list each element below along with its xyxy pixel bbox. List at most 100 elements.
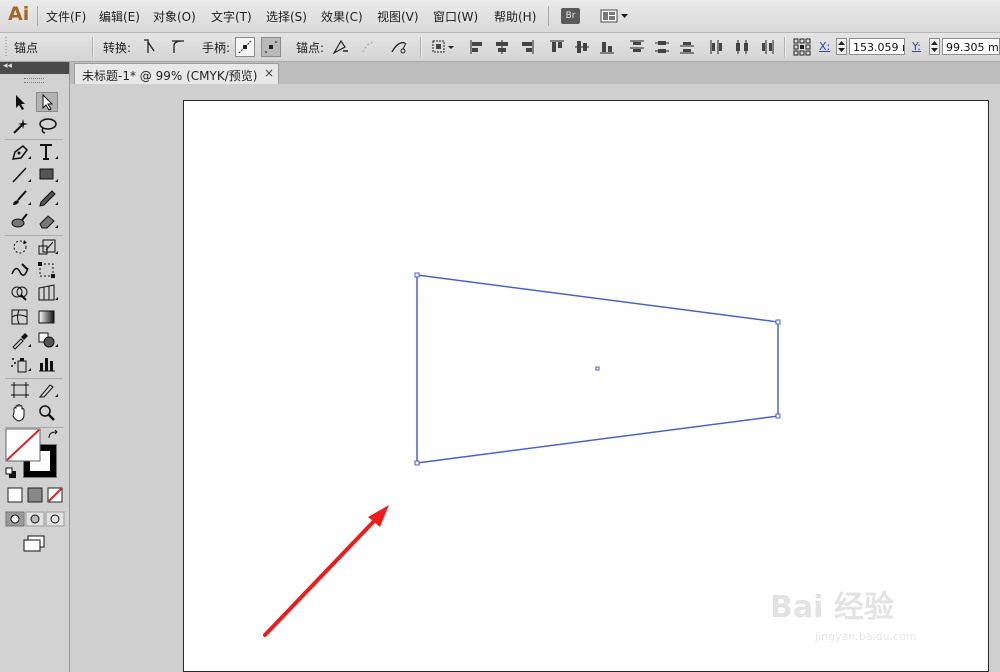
vertical-distribute-center-icon[interactable] <box>652 37 672 57</box>
horizontal-align-left-icon[interactable] <box>467 37 487 57</box>
tools-panel: ◂◂ <box>0 61 70 672</box>
menu-file[interactable]: 文件(F) <box>46 8 86 25</box>
show-handles-icon[interactable] <box>235 37 255 57</box>
cut-path-icon[interactable] <box>389 37 409 57</box>
control-separator <box>92 37 94 57</box>
control-bar: 锚点 转换: 手柄: 锚点: X: 153.059 ı Y: 99.305 mi <box>0 33 1000 62</box>
document-tab-bar: 未标题-1* @ 99% (CMYK/预览) × <box>70 62 1000 84</box>
direct-selection-tool[interactable] <box>36 92 58 112</box>
vertical-distribute-top-icon[interactable] <box>627 37 647 57</box>
menu-select[interactable]: 选择(S) <box>266 8 307 25</box>
reference-point-icon[interactable] <box>792 37 812 57</box>
menu-view[interactable]: 视图(V) <box>377 8 419 25</box>
color-icon <box>7 487 23 503</box>
lasso-tool[interactable] <box>36 116 58 136</box>
horizontal-distribute-right-icon[interactable] <box>757 37 777 57</box>
tool-separator <box>5 378 63 379</box>
artboard-tool[interactable] <box>9 380 31 400</box>
eraser-tool[interactable] <box>36 211 58 231</box>
app-logo: Ai <box>8 3 30 25</box>
vertical-align-center-icon[interactable] <box>572 37 592 57</box>
panel-grip-icon <box>5 37 7 57</box>
symbol-sprayer-tool[interactable] <box>9 354 31 374</box>
menu-effect[interactable]: 效果(C) <box>321 8 363 25</box>
align-to-selection-icon[interactable] <box>430 37 456 57</box>
horizontal-align-right-icon[interactable] <box>517 37 537 57</box>
menu-type[interactable]: 文字(T) <box>211 8 252 25</box>
control-separator <box>420 37 422 57</box>
control-separator <box>784 37 786 57</box>
tool-separator <box>5 139 63 140</box>
menu-window[interactable]: 窗口(W) <box>433 8 478 25</box>
swap-fill-stroke-icon[interactable] <box>47 429 59 441</box>
free-transform-tool[interactable] <box>36 260 58 280</box>
horizontal-distribute-left-icon[interactable] <box>707 37 727 57</box>
workspace-switcher-button[interactable] <box>600 8 630 24</box>
screen-mode-icon[interactable] <box>22 535 46 553</box>
tool-separator <box>5 235 63 236</box>
eyedropper-tool[interactable] <box>9 330 31 350</box>
menu-help[interactable]: 帮助(H) <box>494 8 536 25</box>
watermark-logo: Bai 经验 <box>770 590 894 625</box>
default-fill-stroke-icon[interactable] <box>5 467 17 479</box>
type-tool[interactable] <box>36 142 58 162</box>
pencil-tool[interactable] <box>36 188 58 208</box>
document-tab[interactable]: 未标题-1* @ 99% (CMYK/预览) × <box>74 63 279 84</box>
warp-tool[interactable] <box>9 260 31 280</box>
bridge-button[interactable]: Br <box>561 8 580 24</box>
gradient-tool[interactable] <box>36 307 58 327</box>
x-coordinate-label: X: <box>819 40 831 53</box>
paintbrush-tool[interactable] <box>9 188 31 208</box>
fill-none-swatch[interactable] <box>5 428 41 462</box>
anchor-point-label: 锚点 <box>14 41 39 55</box>
zoom-tool[interactable] <box>36 403 58 423</box>
menu-object[interactable]: 对象(O) <box>153 8 196 25</box>
draw-behind-icon <box>30 514 40 524</box>
horizontal-distribute-center-icon[interactable] <box>732 37 752 57</box>
menu-edit[interactable]: 编辑(E) <box>99 8 140 25</box>
tools-panel-header: ◂◂ <box>0 61 69 74</box>
convert-to-smooth-icon[interactable] <box>168 37 188 57</box>
collapse-icon[interactable]: ◂◂ <box>3 61 12 71</box>
handles-label: 手柄: <box>202 41 231 55</box>
rectangle-tool[interactable] <box>36 165 58 185</box>
scale-tool[interactable] <box>36 237 58 257</box>
x-coordinate-input[interactable]: 153.059 ı <box>849 38 905 55</box>
hand-tool[interactable] <box>9 403 31 423</box>
column-graph-tool[interactable] <box>36 354 58 374</box>
gradient-icon <box>27 487 43 503</box>
y-stepper[interactable] <box>929 38 940 55</box>
remove-anchor-icon[interactable] <box>330 37 350 57</box>
watermark-url: jingyan.baidu.com <box>815 630 917 643</box>
blob-brush-tool[interactable] <box>9 211 31 231</box>
x-stepper[interactable] <box>836 38 847 55</box>
selection-tool[interactable] <box>9 92 31 112</box>
convert-to-corner-icon[interactable] <box>139 37 159 57</box>
horizontal-align-center-icon[interactable] <box>492 37 512 57</box>
mesh-tool[interactable] <box>9 307 31 327</box>
document-tab-title: 未标题-1* @ 99% (CMYK/预览) <box>82 69 258 83</box>
hide-handles-icon[interactable] <box>261 37 281 57</box>
magic-wand-tool[interactable] <box>9 116 31 136</box>
draw-normal-icon <box>10 514 20 524</box>
pen-tool[interactable] <box>9 142 31 162</box>
vertical-align-bottom-icon[interactable] <box>597 37 617 57</box>
slice-tool[interactable] <box>36 380 58 400</box>
rotate-tool[interactable] <box>9 237 31 257</box>
shape-builder-tool[interactable] <box>9 283 31 303</box>
close-icon[interactable]: × <box>264 66 274 80</box>
line-segment-tool[interactable] <box>9 165 31 185</box>
convert-label: 转换: <box>103 41 132 55</box>
y-coordinate-input[interactable]: 99.305 mi <box>942 38 1000 55</box>
vertical-align-top-icon[interactable] <box>547 37 567 57</box>
menu-separator <box>548 6 549 26</box>
blend-tool[interactable] <box>36 330 58 350</box>
drawing-mode-buttons <box>5 511 65 527</box>
color-mode-buttons <box>7 487 63 503</box>
perspective-grid-tool[interactable] <box>36 283 58 303</box>
vertical-distribute-bottom-icon[interactable] <box>677 37 697 57</box>
connect-endpoints-icon[interactable] <box>359 37 379 57</box>
panel-grip-icon <box>24 78 44 83</box>
workspace-layout-icon <box>600 9 628 23</box>
anchors-label: 锚点: <box>296 41 325 55</box>
